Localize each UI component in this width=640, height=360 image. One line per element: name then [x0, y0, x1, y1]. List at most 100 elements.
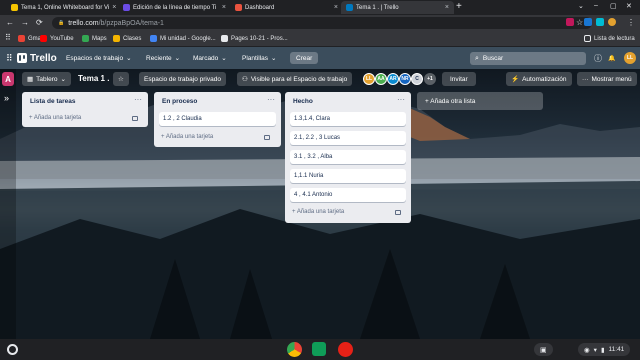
system-tray[interactable]: ◉ ▾ ▮ 11:41	[578, 343, 631, 356]
battery-icon: ▮	[600, 346, 605, 354]
add-card-button[interactable]: + Añada una tarjeta	[29, 115, 138, 121]
back-button[interactable]: ←	[6, 18, 14, 28]
meet-app-icon[interactable]	[312, 342, 326, 356]
notification-bell-icon[interactable]: 🔔	[604, 52, 619, 64]
more-members-badge[interactable]: +1	[424, 73, 436, 85]
more-icon: ···	[582, 75, 589, 83]
card-template-icon[interactable]	[395, 209, 401, 215]
tab-title: Dashboard	[245, 4, 275, 11]
board-view-switcher[interactable]: ▦ Tablero ⌄	[22, 72, 71, 86]
card-template-icon[interactable]	[132, 115, 138, 121]
show-menu-button[interactable]: ··· Mostrar menú	[577, 72, 637, 86]
visibility-label: Visible para el Espacio de trabajo	[250, 75, 348, 83]
star-board-icon[interactable]: ☆	[113, 72, 129, 86]
browser-tab-whiteboard[interactable]: Tema 1, Online Whiteboard for Vi ×	[6, 1, 119, 14]
starred-menu[interactable]: Marcado ⌄	[189, 52, 231, 64]
extension-icon[interactable]	[584, 18, 592, 26]
extension-icon[interactable]	[566, 18, 574, 26]
clock: 11:41	[608, 346, 625, 353]
lock-icon[interactable]: 🔒	[58, 20, 64, 26]
invite-button[interactable]: Invitar	[442, 72, 476, 86]
expand-sidebar-icon[interactable]: »	[4, 93, 9, 103]
dashboard-favicon-icon	[235, 4, 242, 11]
reading-list-label: Lista de lectura	[594, 35, 635, 42]
card[interactable]: 1,1.1 Nuria	[290, 169, 406, 183]
screenshot-icon: ▣	[540, 346, 547, 354]
bookmark-drive[interactable]: Mi unidad - Google...	[150, 35, 216, 42]
search-icon: ⌕	[475, 54, 479, 62]
add-card-button[interactable]: + Añada una tarjeta	[161, 134, 270, 140]
reading-list-button[interactable]: Lista de lectura	[584, 35, 635, 42]
tab-close-icon[interactable]: ×	[445, 4, 449, 11]
chrome-app-icon[interactable]	[287, 342, 302, 357]
member-avatar[interactable]: LL	[363, 73, 375, 85]
recent-menu[interactable]: Reciente ⌄	[142, 52, 184, 64]
close-window-button[interactable]: ✕	[626, 2, 632, 10]
user-avatar[interactable]: LL	[624, 52, 636, 64]
bookmark-maps[interactable]: Maps	[82, 35, 107, 42]
add-card-button[interactable]: + Añada una tarjeta	[292, 209, 401, 215]
card[interactable]: 3.1 , 3.2 , Alba	[290, 150, 406, 164]
url-path: /b/pzpaBpOA/tema-1	[98, 19, 164, 27]
holding-space-tray[interactable]: ▣	[534, 343, 553, 356]
forward-button[interactable]: →	[21, 18, 29, 28]
url-text: trello.com/b/pzpaBpOA/tema-1	[68, 20, 164, 27]
tab-close-icon[interactable]: ×	[334, 4, 338, 11]
workspaces-menu[interactable]: Espacios de trabajo ⌄	[62, 52, 136, 64]
extension-icon[interactable]	[596, 18, 604, 26]
member-avatar[interactable]: AR	[387, 73, 399, 85]
tab-search-icon[interactable]: ⌄	[578, 2, 584, 10]
menu-label: Plantillas	[242, 54, 269, 62]
maximize-window-button[interactable]: ▢	[610, 2, 617, 10]
menu-label: Reciente	[146, 54, 172, 62]
browser-tab-strip: Tema 1, Online Whiteboard for Vi × Edici…	[0, 0, 640, 15]
list-menu-icon[interactable]: ···	[134, 95, 142, 104]
logo-text: Trello	[30, 52, 57, 64]
minimize-window-button[interactable]: –	[594, 2, 598, 9]
browser-tab-dashboard[interactable]: Dashboard ×	[230, 1, 343, 14]
board-title[interactable]: Tema 1 .	[78, 74, 109, 83]
maps-icon	[82, 35, 89, 42]
add-list-button[interactable]: + Añada otra lista	[417, 92, 543, 110]
apps-grid-icon[interactable]: ⠿	[5, 33, 11, 42]
workspace-button[interactable]: Espacio de trabajo privado	[139, 72, 226, 86]
member-avatar[interactable]: NR	[399, 73, 411, 85]
tab-close-icon[interactable]: ×	[112, 4, 116, 11]
bookmark-youtube[interactable]: YouTube	[40, 35, 74, 42]
list-title[interactable]: Lista de tareas	[30, 98, 76, 105]
youtube-icon	[40, 35, 47, 42]
tab-title: Tema 1 . | Trello	[356, 4, 399, 11]
bookmark-pages[interactable]: Pages 10-21 - Pros...	[221, 35, 288, 42]
launcher-icon[interactable]	[7, 344, 18, 355]
card[interactable]: 1.2 , 2 Claudia	[159, 112, 276, 126]
workspace-avatar[interactable]: A	[2, 72, 14, 86]
bookmark-star-icon[interactable]: ☆	[576, 18, 583, 28]
card[interactable]: 2.1, 2.2 , 3 Lucas	[290, 131, 406, 145]
profile-avatar[interactable]	[608, 18, 616, 26]
bookmark-clases[interactable]: Clases	[113, 35, 141, 42]
card[interactable]: 1.3,1.4, Clara	[290, 112, 406, 126]
list-title[interactable]: En proceso	[162, 98, 197, 105]
create-button[interactable]: Crear	[290, 52, 319, 64]
browser-toolbar: ← → ⟳ 🔒 trello.com/b/pzpaBpOA/tema-1 ☆ ⋮	[0, 15, 640, 31]
reload-button[interactable]: ⟳	[36, 18, 43, 28]
youtube-app-icon[interactable]	[338, 342, 353, 357]
list-title[interactable]: Hecho	[293, 98, 313, 105]
browser-tab-trello[interactable]: Tema 1 . | Trello ×	[341, 1, 454, 14]
chrome-menu-icon[interactable]: ⋮	[627, 18, 635, 28]
automation-button[interactable]: ⚡ Automatización	[506, 72, 572, 86]
list-menu-icon[interactable]: ···	[267, 95, 275, 104]
tab-close-icon[interactable]: ×	[222, 4, 226, 11]
browser-tab-timeline[interactable]: Edición de la línea de tiempo Ti ×	[118, 1, 231, 14]
card-template-icon[interactable]	[264, 134, 270, 140]
member-avatar[interactable]: AA	[375, 73, 387, 85]
new-tab-button[interactable]: +	[456, 2, 462, 12]
trello-logo[interactable]: Trello	[13, 52, 61, 64]
templates-menu[interactable]: Plantillas ⌄	[238, 52, 280, 64]
search-input[interactable]: ⌕ Buscar	[470, 52, 586, 65]
address-bar[interactable]: 🔒 trello.com/b/pzpaBpOA/tema-1	[52, 17, 592, 29]
member-avatar[interactable]: C	[411, 73, 423, 85]
list-menu-icon[interactable]: ···	[397, 95, 405, 104]
visibility-button[interactable]: ⚇ Visible para el Espacio de trabajo	[237, 72, 353, 86]
card[interactable]: 4 , 4.1 Antonio	[290, 188, 406, 202]
